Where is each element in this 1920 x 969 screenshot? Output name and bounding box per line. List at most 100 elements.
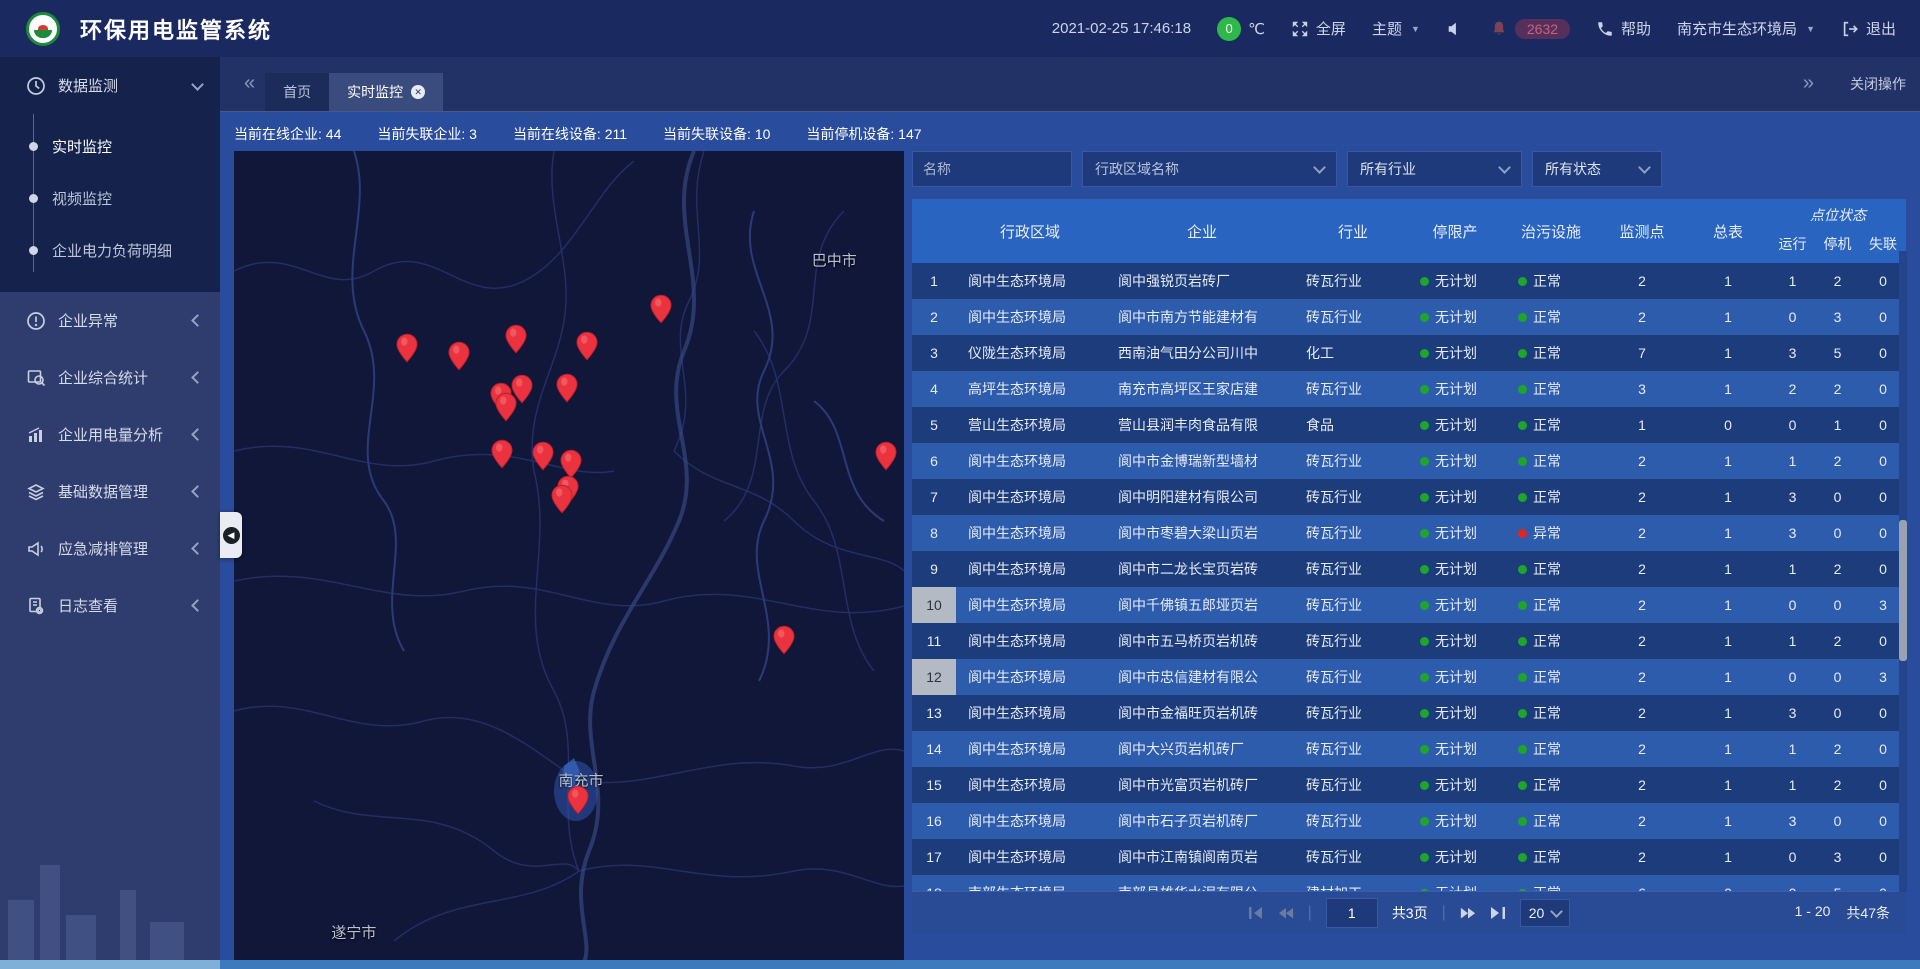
first-page-button[interactable]: [1248, 906, 1264, 920]
region-filter-select[interactable]: 行政区域名称: [1082, 151, 1337, 187]
cell-company[interactable]: 阆中市五马桥页岩机砖: [1104, 623, 1300, 659]
sidebar-subitem-1-active[interactable]: 实时监控: [0, 120, 220, 172]
sidebar-item-1[interactable]: 数据监测: [0, 57, 220, 114]
sidebar-item-5[interactable]: 基础数据管理: [0, 463, 220, 520]
map-pin-icon[interactable]: [448, 341, 470, 371]
cell-company[interactable]: 阆中大兴页岩机砖厂: [1104, 731, 1300, 767]
next-page-button[interactable]: [1460, 906, 1476, 920]
tabs-scroll-right-button[interactable]: »: [1793, 56, 1824, 111]
cell-facility-status: 正常: [1504, 875, 1598, 891]
sidebar-item-4[interactable]: 企业用电量分析: [0, 406, 220, 463]
table-row[interactable]: 6阆中生态环境局阆中市金博瑞新型墙材砖瓦行业无计划正常21120: [912, 443, 1906, 479]
close-operations-button[interactable]: 关闭操作: [1850, 74, 1906, 94]
tab-close-icon[interactable]: ✕: [411, 85, 425, 99]
map-pin-icon[interactable]: [875, 441, 897, 471]
cell-company[interactable]: 阆中市二龙长宝页岩砖: [1104, 551, 1300, 587]
table-row[interactable]: 11阆中生态环境局阆中市五马桥页岩机砖砖瓦行业无计划正常21120: [912, 623, 1906, 659]
notifications[interactable]: 2632: [1490, 19, 1570, 39]
help-button[interactable]: 帮助: [1596, 18, 1651, 39]
tab-active[interactable]: 实时监控✕: [329, 73, 443, 111]
sub-column-header[interactable]: 运行: [1770, 225, 1815, 263]
table-row[interactable]: 4高坪生态环境局南充市高坪区王家店建砖瓦行业无计划正常31220: [912, 371, 1906, 407]
mute-button[interactable]: [1446, 20, 1464, 38]
status-filter-select[interactable]: 所有状态: [1532, 151, 1662, 187]
sidebar-item-6[interactable]: 应急减排管理: [0, 520, 220, 577]
map-pin-icon[interactable]: [532, 441, 554, 471]
tabs-scroll-left-button[interactable]: «: [234, 56, 265, 111]
cell-company[interactable]: 阆中市忠信建材有限公: [1104, 659, 1300, 695]
map-pin-icon[interactable]: [576, 331, 598, 361]
page-size-select[interactable]: 20: [1520, 899, 1571, 927]
previous-page-button[interactable]: [1278, 906, 1294, 920]
page-number-input[interactable]: [1326, 898, 1378, 928]
cell-company[interactable]: 阆中市金博瑞新型墙材: [1104, 443, 1300, 479]
map-pin-icon[interactable]: [396, 333, 418, 363]
industry-filter-select[interactable]: 所有行业: [1347, 151, 1522, 187]
scrollbar-thumb[interactable]: [1899, 520, 1907, 661]
table-row[interactable]: 15阆中生态环境局阆中市光富页岩机砖厂砖瓦行业无计划正常21120: [912, 767, 1906, 803]
sidebar-collapse-handle[interactable]: ◀: [220, 512, 242, 558]
sidebar-subitem-3[interactable]: 企业电力负荷明细: [0, 224, 220, 276]
column-header[interactable]: 行业: [1300, 199, 1406, 263]
cell-company[interactable]: 阆中市光富页岩机砖厂: [1104, 767, 1300, 803]
column-header[interactable]: 企业: [1104, 199, 1300, 263]
cell-company[interactable]: 南充市高坪区王家店建: [1104, 371, 1300, 407]
column-header[interactable]: 总表: [1686, 199, 1770, 263]
map-pin-icon[interactable]: [567, 785, 589, 815]
table-row[interactable]: 16阆中生态环境局阆中市石子页岩机砖厂砖瓦行业无计划正常21300: [912, 803, 1906, 839]
map-pin-icon[interactable]: [650, 294, 672, 324]
sidebar-subitem-2[interactable]: 视频监控: [0, 172, 220, 224]
theme-dropdown[interactable]: 主题▼: [1372, 18, 1420, 39]
cell-company[interactable]: 南部县雄华水泥有限公: [1104, 875, 1300, 891]
name-filter-input[interactable]: [912, 151, 1072, 187]
cell-company[interactable]: 阆中千佛镇五郎垭页岩: [1104, 587, 1300, 623]
column-header[interactable]: 监测点: [1598, 199, 1686, 263]
sidebar-item-7[interactable]: 日志查看: [0, 577, 220, 634]
cell-company[interactable]: 阆中市枣碧大梁山页岩: [1104, 515, 1300, 551]
table-row[interactable]: 10阆中生态环境局阆中千佛镇五郎垭页岩砖瓦行业无计划正常21003: [912, 587, 1906, 623]
table-row[interactable]: 3仪陇生态环境局西南油气田分公司川中化工无计划正常71350: [912, 335, 1906, 371]
map-pin-icon[interactable]: [556, 373, 578, 403]
cell-company[interactable]: 阆中市金福旺页岩机砖: [1104, 695, 1300, 731]
status-dot-green: [1420, 421, 1429, 430]
cell-company[interactable]: 阆中市江南镇阆南页岩: [1104, 839, 1300, 875]
cell-region: 阆中生态环境局: [956, 263, 1104, 299]
table-row[interactable]: 17阆中生态环境局阆中市江南镇阆南页岩砖瓦行业无计划正常21030: [912, 839, 1906, 875]
fullscreen-button[interactable]: 全屏: [1291, 18, 1346, 39]
cell-company[interactable]: 阆中明阳建材有限公司: [1104, 479, 1300, 515]
table-row[interactable]: 7阆中生态环境局阆中明阳建材有限公司砖瓦行业无计划正常21300: [912, 479, 1906, 515]
cell-company[interactable]: 阆中强锐页岩砖厂: [1104, 263, 1300, 299]
cell-company[interactable]: 西南油气田分公司川中: [1104, 335, 1300, 371]
map-pin-icon[interactable]: [773, 625, 795, 655]
sidebar-item-3[interactable]: 企业综合统计: [0, 349, 220, 406]
table-row[interactable]: 13阆中生态环境局阆中市金福旺页岩机砖砖瓦行业无计划正常21300: [912, 695, 1906, 731]
table-scrollbar[interactable]: [1899, 251, 1907, 892]
row-number: 8: [912, 515, 956, 551]
sub-column-header[interactable]: 停机: [1815, 225, 1860, 263]
sidebar-item-2[interactable]: 企业异常: [0, 292, 220, 349]
last-page-button[interactable]: [1490, 906, 1506, 920]
cell-company[interactable]: 营山县润丰肉食品有限: [1104, 407, 1300, 443]
table-row[interactable]: 9阆中生态环境局阆中市二龙长宝页岩砖砖瓦行业无计划正常21120: [912, 551, 1906, 587]
column-header[interactable]: 停限产: [1406, 199, 1504, 263]
tab-item[interactable]: 首页: [265, 73, 329, 111]
map-pin-icon[interactable]: [505, 324, 527, 354]
table-row[interactable]: 1阆中生态环境局阆中强锐页岩砖厂砖瓦行业无计划正常21120: [912, 263, 1906, 299]
column-header[interactable]: 行政区域: [956, 199, 1104, 263]
column-header[interactable]: 治污设施: [1504, 199, 1598, 263]
map-pin-icon[interactable]: [495, 392, 517, 422]
map-pin-icon[interactable]: [491, 439, 513, 469]
cell-company[interactable]: 阆中市南方节能建材有: [1104, 299, 1300, 335]
org-dropdown[interactable]: 南充市生态环境局▼: [1677, 18, 1815, 39]
logout-button[interactable]: 退出: [1841, 18, 1896, 39]
table-row[interactable]: 14阆中生态环境局阆中大兴页岩机砖厂砖瓦行业无计划正常21120: [912, 731, 1906, 767]
map-panel[interactable]: 巴中市南充市遂宁市: [234, 151, 904, 962]
table-row[interactable]: 2阆中生态环境局阆中市南方节能建材有砖瓦行业无计划正常21030: [912, 299, 1906, 335]
table-row[interactable]: 5营山生态环境局营山县润丰肉食品有限食品无计划正常10010: [912, 407, 1906, 443]
chevron-down-icon: [1498, 161, 1511, 174]
map-pin-icon[interactable]: [551, 484, 573, 514]
table-row[interactable]: 12阆中生态环境局阆中市忠信建材有限公砖瓦行业无计划正常21003: [912, 659, 1906, 695]
table-row[interactable]: 18南部生态环境局南部县雄华水泥有限公建材加工无计划正常60050: [912, 875, 1906, 891]
table-row[interactable]: 8阆中生态环境局阆中市枣碧大梁山页岩砖瓦行业无计划异常21300: [912, 515, 1906, 551]
cell-company[interactable]: 阆中市石子页岩机砖厂: [1104, 803, 1300, 839]
